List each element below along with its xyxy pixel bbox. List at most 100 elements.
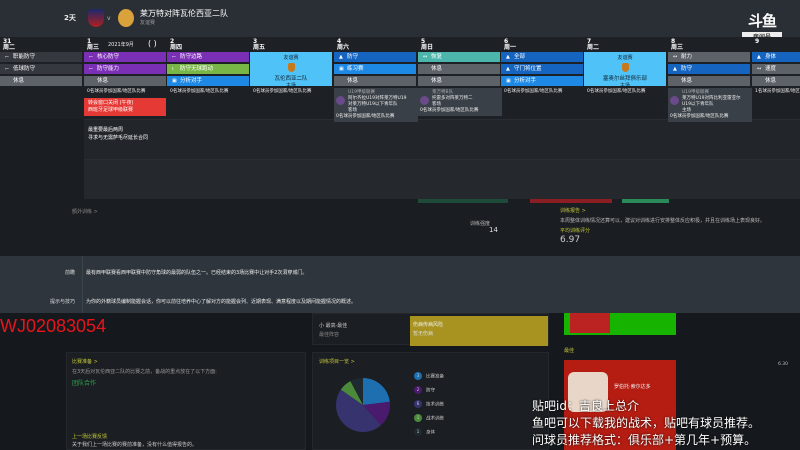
fixture-popup[interactable]: U19甲级联赛 莱万特U19对阵比利亚雷亚尔 U19以下青年队 主场 0名球员参加国家/… xyxy=(668,88,752,122)
month-label: 2021年9月 xyxy=(108,42,134,48)
day-number: 5 周日 xyxy=(421,38,434,51)
match-type: 友谊赛 xyxy=(617,55,633,61)
training-session[interactable]: ▲ 身体 xyxy=(752,52,800,62)
calendar-day[interactable]: 31 周二 ⌐ 职能防守 ⌐ 低球防守 休息 xyxy=(0,37,82,119)
training-session[interactable]: ▣ 分析对手 xyxy=(167,76,249,86)
best-title: 最佳 xyxy=(564,348,575,354)
watermark-id: WJ02083054 xyxy=(0,316,107,336)
session-icon: ↔ xyxy=(673,54,678,60)
match-card[interactable]: 友谊赛 塞奥尔丝拜俱乐部 主场 xyxy=(584,52,666,89)
training-session[interactable]: ⌐ 防守边路 xyxy=(167,52,249,62)
legend-label: 比赛准备 xyxy=(426,374,444,380)
training-overview-title[interactable]: 训练项目一览 > xyxy=(319,358,355,365)
session-icon: ⌐ xyxy=(89,54,94,60)
training-pie-chart xyxy=(336,378,390,432)
tips-text: 为你的外籍球员编制能握会话，你可以前往培养中心了解对方的能握会列、近期表现、满意… xyxy=(86,299,357,305)
training-session[interactable]: 休息 xyxy=(418,64,500,74)
logo-brand: 斗鱼 xyxy=(747,12,777,30)
training-session[interactable]: ▲ 防守 xyxy=(334,52,416,62)
prep-focus: 团队合作 xyxy=(72,380,97,387)
session-icon: ▣ xyxy=(339,66,344,72)
training-session[interactable]: ↔ 耐力 xyxy=(668,52,750,62)
training-session[interactable]: ɩ 防守无球跑动 xyxy=(167,64,249,74)
legend-count: 6 xyxy=(414,400,422,408)
training-session[interactable]: 休息 xyxy=(418,76,500,86)
training-session[interactable]: ⌐ 低球防守 xyxy=(0,64,82,74)
day-number: 7 周二 xyxy=(587,38,600,51)
calendar-day[interactable]: 9▲身体↔速度休息1名球员参加国家/地区队比赛 xyxy=(752,37,800,119)
player-name: 罗伯托·索尔达多 xyxy=(614,384,651,390)
session-label: 职能防守 xyxy=(13,54,36,60)
training-session[interactable]: 休息 xyxy=(84,76,166,86)
calendar-day[interactable]: 6 周一 ▲ 全部 ▲ 守门将位置 ▣ 分析对手 0名球员参加国家/地区队比赛 xyxy=(501,37,583,119)
popup-note: 0名球员参加国家/地区队比赛 xyxy=(420,108,479,113)
training-session[interactable]: ▲ 防守 xyxy=(668,64,750,74)
session-label: 休息 xyxy=(681,78,693,84)
tips-label: 提示与技巧 xyxy=(49,299,75,305)
legend-item: 2 防守 xyxy=(414,386,435,394)
injury-risk-card[interactable]: 伤病传病风险 暂无伤病 xyxy=(410,316,548,346)
top-bar: 2天 v 莱万特对阵瓦伦西亚二队 友谊赛 xyxy=(0,0,800,37)
progress-bar xyxy=(418,199,508,203)
training-session[interactable]: ▣ 练习赛 xyxy=(334,64,416,74)
loading-icon: ( ) xyxy=(148,39,157,48)
prep-title[interactable]: 比赛准备 > xyxy=(72,358,98,365)
training-session[interactable]: ⌐ 职能防守 xyxy=(0,52,82,62)
training-report-link[interactable]: 训练报告 > xyxy=(560,207,586,214)
legend-item: 3 比赛准备 xyxy=(414,372,444,380)
match-opponent: 塞奥尔丝拜俱乐部 xyxy=(602,76,647,82)
vs-label: v xyxy=(107,15,111,22)
last-match-title: 上一场比赛反馈 xyxy=(72,434,108,440)
match-card[interactable]: 友谊赛 瓦伦西亚二队 主场 xyxy=(250,52,332,89)
session-icon: ɩ xyxy=(172,66,174,72)
last-match-text: 关于我们上一场比赛的赛前准备，没有什么值得报告的。 xyxy=(72,442,198,448)
prep-text: 在3天后对瓦伦西亚二队的比赛之前，备战的重点放在了以下方面: xyxy=(72,369,217,375)
session-label: 休息 xyxy=(765,78,777,84)
training-session[interactable]: 休息 xyxy=(752,76,800,86)
session-icon: ▲ xyxy=(673,66,677,72)
session-label: 防守能力 xyxy=(97,66,120,72)
training-session[interactable]: ⌐ 防守能力 xyxy=(84,64,166,74)
transfer-window-event[interactable]: 转会窗口关闭 (午夜) 西班牙足球甲级联赛 xyxy=(84,98,166,116)
calendar-day[interactable]: 7 周二 友谊赛 塞奥尔丝拜俱乐部 主场 0名球员参加国家/地区队比赛 xyxy=(584,37,666,119)
training-session[interactable]: 休息 xyxy=(668,76,750,86)
calendar-day[interactable]: 3 周五 友谊赛 瓦伦西亚二队 主场 0名球员参加国家/地区队比赛 xyxy=(250,37,332,119)
club-crest-icon xyxy=(420,96,429,105)
event-title: 转会窗口关闭 (午夜) xyxy=(88,100,134,106)
training-session[interactable]: ⌐ 核心防守 xyxy=(84,52,166,62)
training-session[interactable]: ▲ 守门将位置 xyxy=(501,64,583,74)
session-icon: ↔ xyxy=(423,54,428,60)
fixture-popup[interactable]: U19甲级联赛 阿尔齐拉U19对阵莱万特U19 对莱万特U19以下青年队 客场 0名球员… xyxy=(334,88,418,122)
day-number: 3 周五 xyxy=(253,38,266,51)
training-session[interactable]: ↔ 恢复 xyxy=(418,52,500,62)
day-number: 8 周三 xyxy=(671,38,684,51)
training-session[interactable]: ▲ 全部 xyxy=(501,52,583,62)
training-session[interactable]: 休息 xyxy=(334,76,416,86)
stream-caption: 问球员推荐格式：俱乐部+第几年+预算。 xyxy=(532,433,757,447)
training-session[interactable]: 休息 xyxy=(0,76,82,86)
dim-row xyxy=(84,119,800,159)
event-subtitle: 西班牙足球甲级联赛 xyxy=(88,107,134,113)
preview-text: 最有西甲联赛看西甲联赛中防守角球的最弱的队伍之一。已经结束的3场比赛中让对手2次… xyxy=(86,270,308,276)
side-head: 小 最高·最佳 xyxy=(319,323,348,329)
session-icon: ▣ xyxy=(172,78,177,84)
training-session[interactable]: ↔ 速度 xyxy=(752,64,800,74)
stat-value: 14 xyxy=(489,226,498,234)
session-label: 身体 xyxy=(765,54,777,60)
session-label: 核心防守 xyxy=(97,54,120,60)
pie-slice-比赛准备 xyxy=(363,378,390,405)
stream-caption: 鱼吧可以下载我的战术，贴吧有球员推荐。 xyxy=(532,416,761,430)
session-label: 全部 xyxy=(514,54,526,60)
training-session[interactable]: ▣ 分析对手 xyxy=(501,76,583,86)
session-icon: ⌐ xyxy=(5,54,10,60)
session-icon: ▲ xyxy=(506,54,510,60)
international-note: 0名球员参加国家/地区队比赛 xyxy=(504,89,563,94)
session-icon: ▲ xyxy=(506,66,510,72)
fixture-popup[interactable]: 莱万特B队 托雷多对阵莱万特二 客场 0名球员参加国家/地区队比赛 xyxy=(418,88,502,116)
international-note: 0名球员参加国家/地区队比赛 xyxy=(170,89,229,94)
calendar-day[interactable]: 2 周四 ⌐ 防守边路 ɩ 防守无球跑动 ▣ 分析对手 0名球员参加国家/地区队比赛 xyxy=(167,37,249,119)
rating-value: 6.97 xyxy=(560,235,581,245)
next-match-title[interactable]: 莱万特对阵瓦伦西亚二队 xyxy=(140,8,228,19)
extra-training-link[interactable]: 额外训练 > xyxy=(72,208,98,215)
player-card-green[interactable] xyxy=(564,313,676,335)
